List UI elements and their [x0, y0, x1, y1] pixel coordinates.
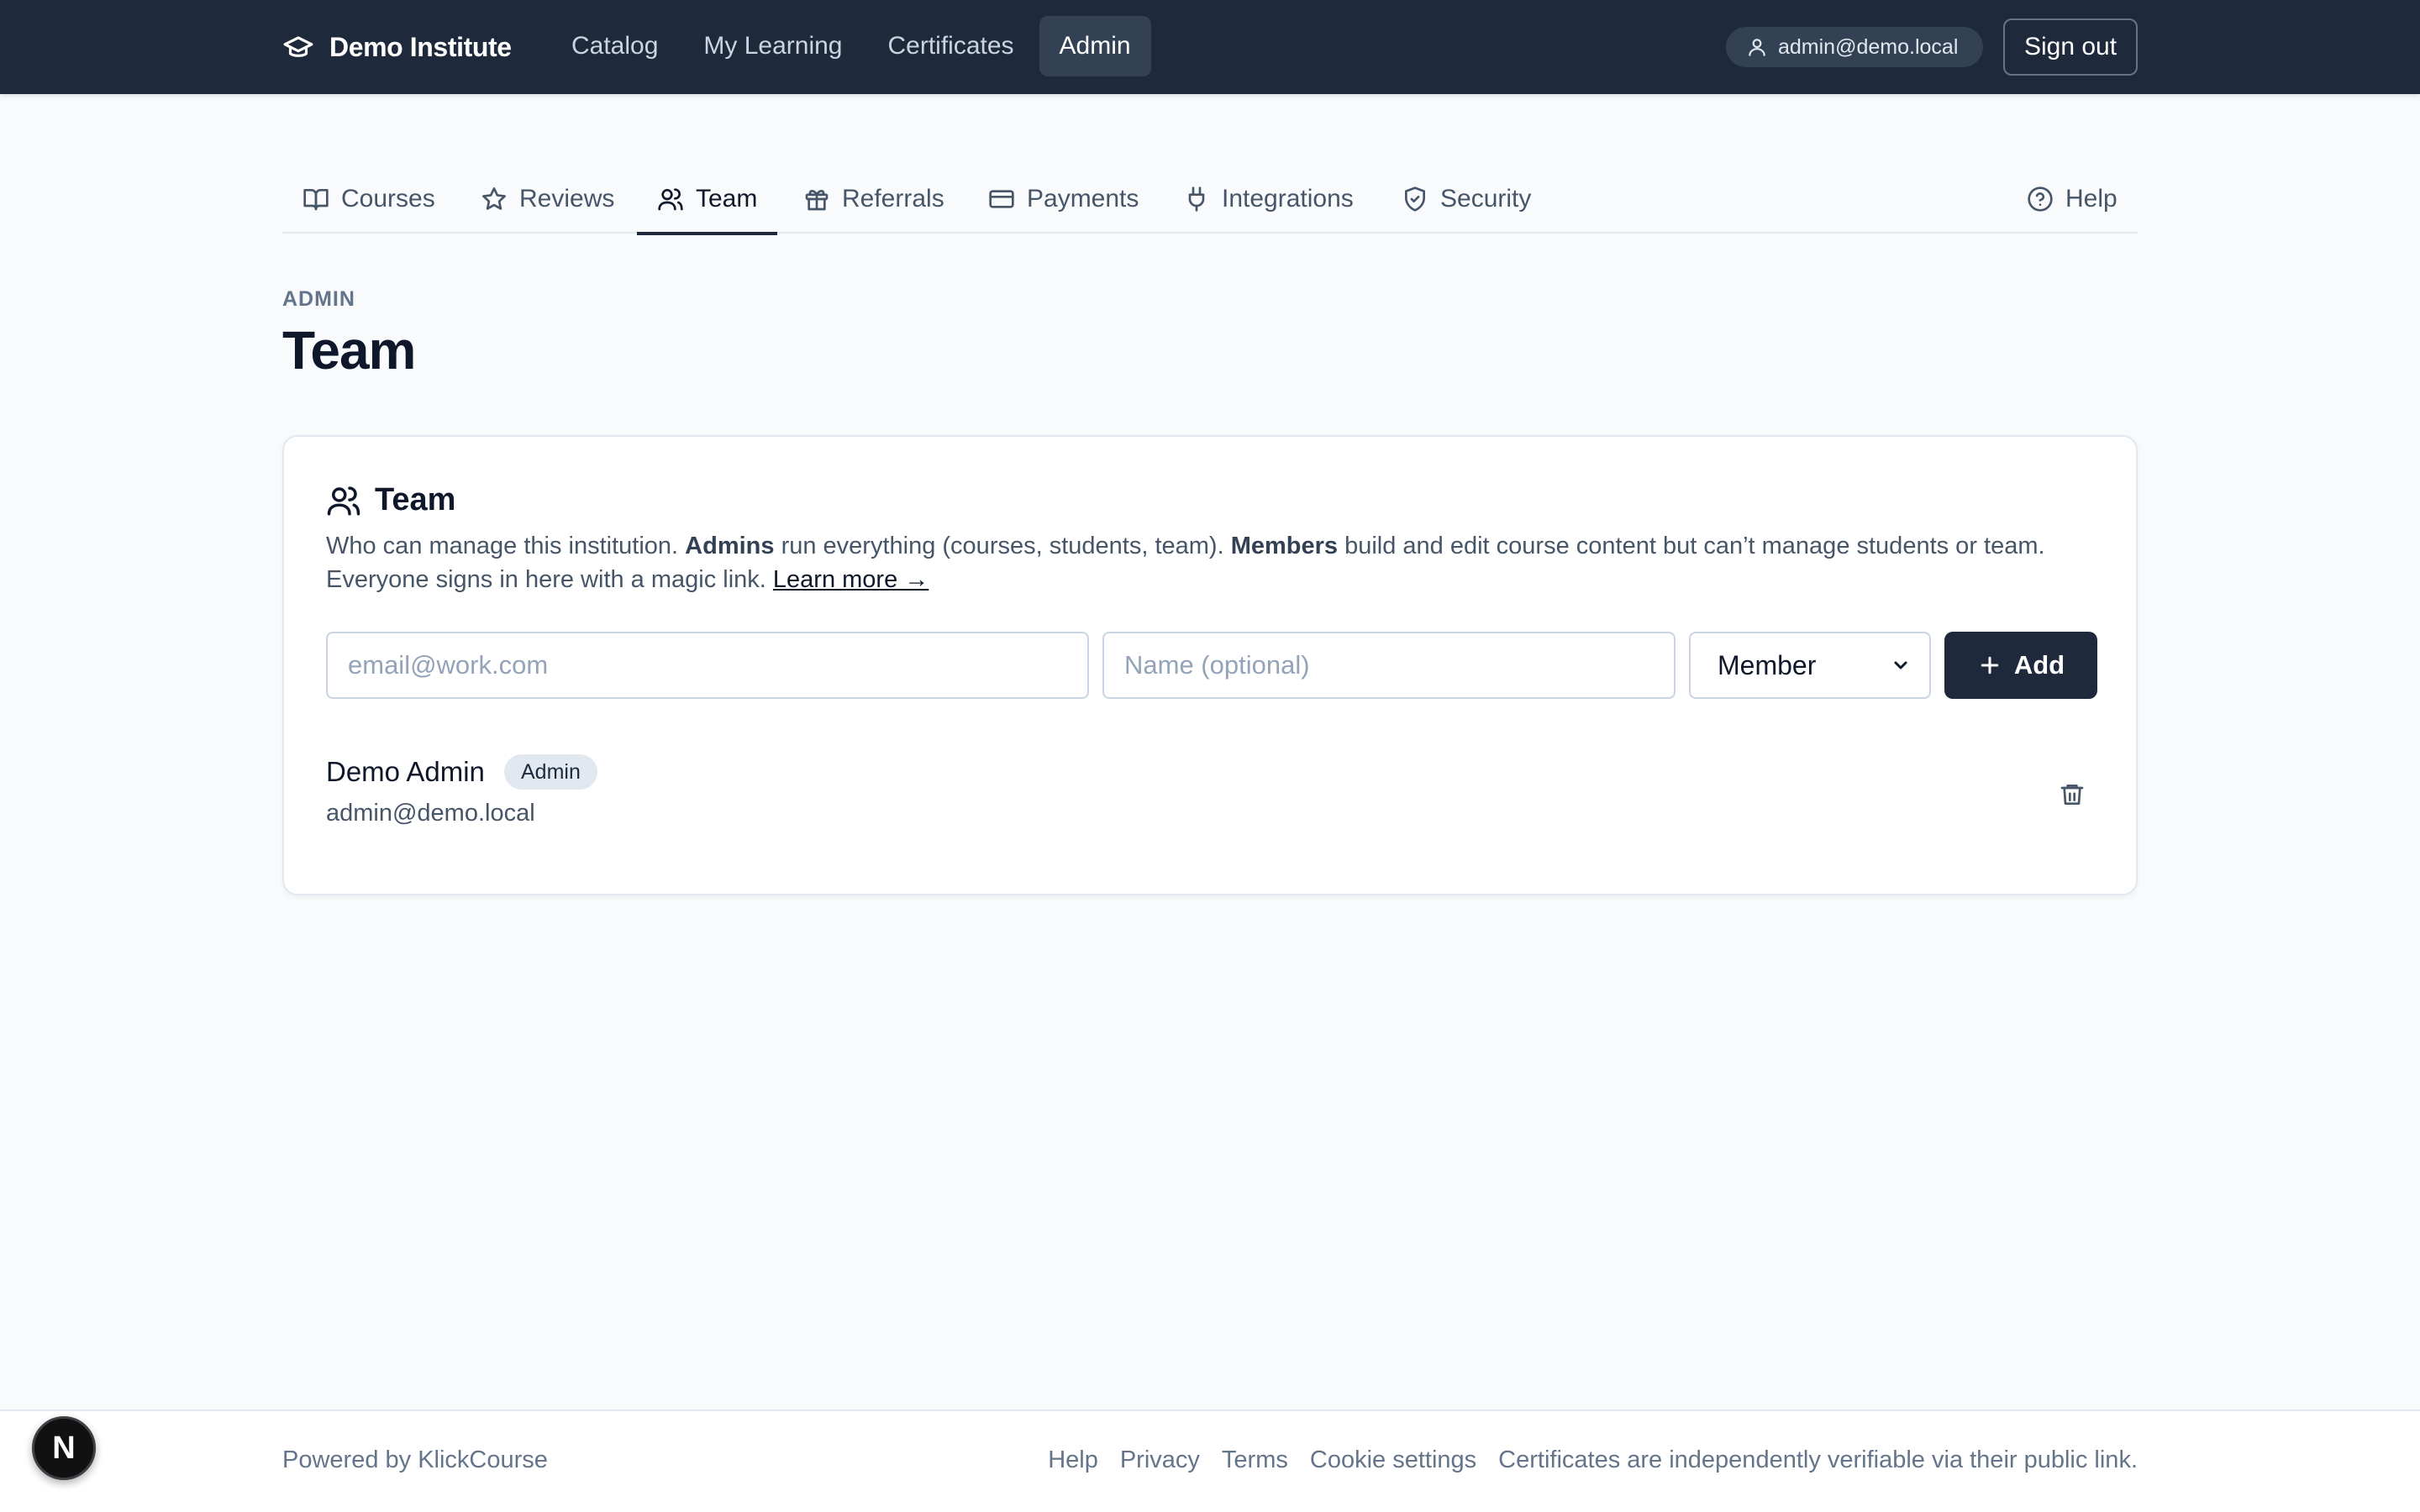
top-navbar: Demo Institute Catalog My Learning Certi…	[0, 0, 2420, 94]
powered-by: Powered by KlickCourse	[282, 1446, 548, 1473]
page-eyebrow: ADMIN	[282, 287, 355, 311]
role-badge: Admin	[504, 754, 597, 790]
nav-my-learning[interactable]: My Learning	[683, 16, 862, 76]
tab-label: Security	[1440, 185, 1532, 213]
desc-text: Who can manage this institution.	[326, 533, 686, 559]
tab-label: Referrals	[842, 185, 944, 213]
desc-text: run everything (courses, students, team)…	[774, 533, 1231, 559]
email-input[interactable]	[326, 632, 1089, 699]
dev-tools-badge[interactable]: N	[32, 1416, 96, 1480]
footer-help-link[interactable]: Help	[1048, 1446, 1098, 1474]
tab-team[interactable]: Team	[637, 165, 778, 235]
main-nav: Catalog My Learning Certificates Admin	[551, 15, 1151, 77]
user-email: admin@demo.local	[1778, 34, 1959, 59]
footer-terms-link[interactable]: Terms	[1222, 1446, 1288, 1474]
tab-label: Help	[2065, 185, 2118, 213]
users-icon	[326, 483, 361, 518]
nav-admin[interactable]: Admin	[1039, 16, 1151, 76]
tab-courses[interactable]: Courses	[302, 165, 435, 234]
learn-more-link[interactable]: Learn more →	[773, 566, 929, 593]
tab-referrals[interactable]: Referrals	[803, 165, 944, 234]
help-circle-icon	[2027, 186, 2054, 213]
tab-label: Integrations	[1222, 185, 1354, 213]
users-icon	[657, 186, 684, 213]
footer-privacy-link[interactable]: Privacy	[1120, 1446, 1200, 1474]
member-name: Demo Admin	[326, 756, 485, 787]
page-title: Team	[282, 320, 416, 381]
sign-out-button[interactable]: Sign out	[2003, 18, 2138, 76]
trash-icon	[2059, 781, 2086, 808]
credit-card-icon	[988, 186, 1015, 213]
desc-members: Members	[1230, 533, 1339, 559]
tab-label: Reviews	[519, 185, 615, 213]
gift-icon	[803, 186, 830, 213]
shield-check-icon	[1402, 186, 1428, 213]
tab-security[interactable]: Security	[1402, 165, 1531, 234]
footer-note: Certificates are independently verifiabl…	[1498, 1446, 2138, 1473]
footer: Powered by KlickCourse Help Privacy Term…	[0, 1410, 2420, 1512]
tab-payments[interactable]: Payments	[988, 165, 1139, 234]
nav-catalog[interactable]: Catalog	[551, 16, 678, 76]
member-email: admin@demo.local	[326, 800, 535, 827]
tab-help[interactable]: Help	[2027, 165, 2118, 234]
plus-icon	[1977, 653, 2002, 678]
tab-integrations[interactable]: Integrations	[1183, 165, 1354, 234]
add-member-button[interactable]: Add	[1944, 632, 2097, 699]
role-select-value: Member	[1718, 649, 1817, 680]
desc-admins: Admins	[685, 533, 775, 559]
footer-cookie-settings-link[interactable]: Cookie settings	[1310, 1446, 1476, 1474]
graduation-cap-icon	[282, 31, 314, 63]
tab-label: Team	[696, 185, 758, 213]
card-description: Who can manage this institution. Admins …	[326, 529, 2107, 596]
admin-tabs: Courses Reviews Team Referrals Payments …	[282, 165, 2138, 235]
book-icon	[302, 186, 329, 213]
team-card: Team Who can manage this institution. Ad…	[282, 435, 2138, 895]
plug-icon	[1183, 186, 1210, 213]
tab-label: Payments	[1027, 185, 1139, 213]
delete-member-button[interactable]	[2055, 778, 2089, 811]
tab-reviews[interactable]: Reviews	[481, 165, 614, 234]
brand-name: Demo Institute	[329, 31, 512, 62]
star-icon	[481, 186, 508, 213]
role-select[interactable]: Member	[1689, 632, 1931, 699]
tab-label: Courses	[341, 185, 435, 213]
user-pill[interactable]: admin@demo.local	[1726, 27, 1983, 67]
add-label: Add	[2013, 650, 2065, 680]
footer-links: Help Privacy Terms Cookie settings Certi…	[1048, 1446, 2138, 1474]
name-input[interactable]	[1102, 632, 1676, 699]
brand[interactable]: Demo Institute	[282, 0, 512, 94]
card-header: Team	[326, 482, 455, 518]
user-icon	[1746, 36, 1768, 58]
card-title: Team	[375, 482, 456, 517]
chevron-down-icon	[1891, 655, 1911, 675]
nav-certificates[interactable]: Certificates	[868, 16, 1034, 76]
